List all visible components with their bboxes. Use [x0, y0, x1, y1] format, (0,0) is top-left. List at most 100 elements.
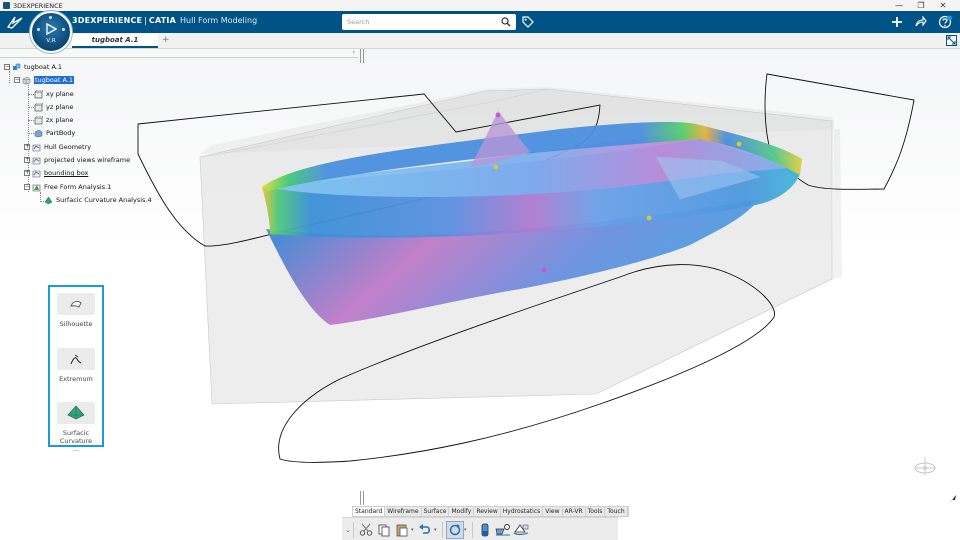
action-pad-splitter[interactable]: [360, 491, 364, 505]
close-button[interactable]: ✕: [932, 0, 954, 11]
silhouette-label: Silhouette: [59, 320, 93, 328]
copy-icon: [378, 524, 390, 536]
tree-splitter-handle[interactable]: [360, 49, 364, 63]
compass-east-dot: [62, 28, 65, 31]
undo-options-caret[interactable]: ▾: [434, 527, 439, 533]
compass-label: V,R: [46, 38, 56, 44]
update-icon: [449, 523, 461, 535]
extremum-button[interactable]: Extremum: [57, 348, 95, 383]
analysis-set-icon: [32, 184, 41, 191]
section-tab-surface[interactable]: Surface: [422, 507, 450, 516]
control-point[interactable]: [736, 141, 742, 147]
plane-icon: [34, 115, 43, 124]
window-title: 3DEXPERIENCE: [13, 1, 63, 10]
surfacic-curvature-icon: [67, 405, 85, 420]
robot-manipulator-icon[interactable]: [912, 455, 938, 477]
tag-icon[interactable]: [522, 16, 534, 28]
hull-3d-scene[interactable]: [0, 49, 960, 540]
paste-button[interactable]: [393, 521, 411, 539]
control-point[interactable]: [495, 112, 501, 118]
tree-node-free-form-analysis[interactable]: − Free Form Analysis.1: [24, 181, 111, 193]
share-icon[interactable]: [914, 15, 928, 29]
tree-node-surfacic-curvature[interactable]: Surfacic Curvature Analysis.4: [44, 194, 152, 206]
hydrostatic-results-button[interactable]: [512, 521, 530, 539]
brand-platform: 3DEXPERIENCE: [72, 16, 143, 25]
3d-viewport[interactable]: ‹ − tugboat A.1 − tugboat A.1 xy plane y…: [0, 49, 960, 540]
restore-button[interactable]: ❐: [910, 0, 932, 11]
chevron-left-icon[interactable]: ‹: [352, 49, 355, 56]
app-icon: [3, 2, 10, 9]
section-tab-touch[interactable]: Touch: [605, 507, 628, 516]
hydrostatic-tank-button[interactable]: [476, 521, 494, 539]
tree-node-partbody[interactable]: PartBody: [34, 127, 75, 139]
plane-icon: [34, 89, 43, 98]
tree-node-root[interactable]: − tugboat A.1: [4, 61, 62, 73]
copy-button[interactable]: [375, 521, 393, 539]
silhouette-button[interactable]: Silhouette: [57, 293, 95, 328]
expand-icon[interactable]: +: [24, 144, 30, 150]
action-pad-section-tabs: Standard Wireframe Surface Modify Review…: [352, 506, 629, 517]
search-icon[interactable]: [501, 17, 511, 27]
section-tab-review[interactable]: Review: [474, 507, 501, 516]
document-tab-bar: tugboat A.1 +: [0, 33, 960, 49]
tree-node-zx-plane[interactable]: zx plane: [34, 114, 73, 126]
update-options-caret[interactable]: ▾: [464, 527, 469, 533]
add-icon[interactable]: [890, 15, 904, 29]
tree-node-bounding-box[interactable]: + bounding box: [24, 167, 88, 179]
hydrostatic-analysis-button[interactable]: [494, 521, 512, 539]
section-tab-wireframe[interactable]: Wireframe: [385, 507, 422, 516]
tree-label-root: tugboat A.1: [24, 63, 63, 71]
control-point[interactable]: [493, 164, 499, 170]
tree-label-product: tugboat A.1: [34, 76, 75, 84]
compass-west-dot: [37, 28, 40, 31]
body-icon: [34, 129, 43, 137]
surfacic-curvature-button[interactable]: Surfacic Curvature ...: [57, 402, 95, 453]
tree-label-free-form-analysis: Free Form Analysis.1: [44, 183, 112, 191]
section-tab-standard[interactable]: Standard: [353, 507, 386, 516]
tree-node-hull-geometry[interactable]: + Hull Geometry: [24, 141, 91, 153]
tree-label-bounding-box: bounding box: [44, 169, 89, 177]
control-point[interactable]: [541, 267, 547, 273]
collapse-icon[interactable]: −: [14, 77, 20, 83]
section-tab-hydrostatics[interactable]: Hydrostatics: [501, 507, 544, 516]
tree-label-zx-plane: zx plane: [46, 116, 74, 124]
help-icon[interactable]: [938, 15, 952, 29]
dassault-logo-icon[interactable]: [6, 14, 24, 30]
search-input[interactable]: Search: [342, 14, 516, 30]
toolbar-collapse-icon[interactable]: ⌄: [345, 526, 351, 534]
play-icon[interactable]: [45, 23, 57, 35]
tree-node-yz-plane[interactable]: yz plane: [34, 101, 73, 113]
brand-separator: |: [144, 16, 147, 25]
section-tab-view[interactable]: View: [543, 507, 563, 516]
expand-icon[interactable]: +: [24, 157, 30, 163]
geoset-icon: [32, 157, 41, 164]
undo-button[interactable]: [416, 521, 434, 539]
tree-node-projected-views[interactable]: + projected views wireframe: [24, 154, 130, 166]
tree-node-xy-plane[interactable]: xy plane: [34, 88, 74, 100]
section-tab-ar-vr[interactable]: AR-VR: [563, 507, 586, 516]
tab-tugboat[interactable]: tugboat A.1: [72, 34, 158, 48]
compass-widget[interactable]: V,R: [30, 11, 72, 53]
os-title-bar: 3DEXPERIENCE — ❐ ✕: [0, 0, 960, 11]
tree-label-hull-geometry: Hull Geometry: [44, 143, 92, 151]
paste-icon: [396, 524, 408, 536]
tree-label-projected-views: projected views wireframe: [44, 156, 131, 164]
silhouette-icon: [70, 300, 82, 308]
maximize-viewer-icon[interactable]: [946, 35, 957, 46]
section-tab-tools[interactable]: Tools: [586, 507, 606, 516]
section-tab-modify[interactable]: Modify: [449, 507, 475, 516]
add-tab-button[interactable]: +: [162, 35, 170, 45]
search-placeholder: Search: [347, 18, 370, 26]
collapse-icon[interactable]: −: [4, 64, 10, 70]
cut-button[interactable]: [357, 521, 375, 539]
collapse-icon[interactable]: −: [24, 184, 30, 190]
compass-north-dot: [49, 16, 52, 19]
expand-icon[interactable]: +: [24, 170, 30, 176]
undo-icon: [419, 523, 431, 534]
update-button[interactable]: [446, 520, 464, 539]
control-point[interactable]: [646, 215, 652, 221]
minimize-button[interactable]: —: [888, 0, 910, 11]
hydrostatic-analysis-icon: [495, 523, 510, 535]
cut-icon: [359, 523, 373, 536]
tree-node-product[interactable]: − tugboat A.1: [14, 74, 75, 86]
